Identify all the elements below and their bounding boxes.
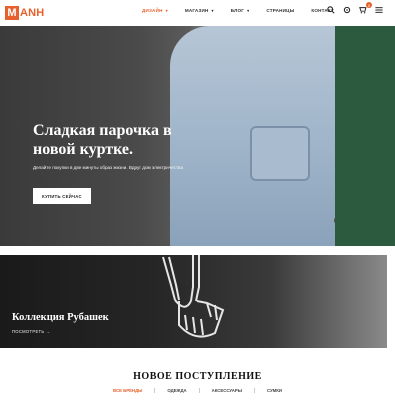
tab-all-brands[interactable]: Все бренды	[113, 388, 142, 393]
hero-subtitle: Делайте покупки в две минуты образ жизни…	[33, 165, 183, 170]
nav-item-blog[interactable]: Блог ▾	[231, 8, 250, 13]
settings-icon[interactable]	[342, 5, 351, 14]
chevron-down-icon: ▾	[211, 8, 214, 13]
nav-label: Дизайн	[142, 8, 163, 13]
nav-item-shop[interactable]: Магазин ▾	[185, 8, 214, 13]
logo-text: ANH	[20, 6, 45, 19]
product-filter-tabs: Все бренды Одежда Аксессуары Сумки	[0, 388, 395, 393]
cart-count-badge: 0	[366, 2, 372, 8]
menu-icon[interactable]	[374, 5, 383, 14]
hero-image-hoodie	[335, 26, 395, 246]
hero-image-pocket	[250, 126, 310, 181]
site-header: M ANH Дизайн ▾ Магазин ▾ Блог ▾ Страницы Ко…	[0, 0, 395, 26]
nav-label: Страницы	[266, 8, 295, 13]
header-icons: 0	[326, 2, 383, 14]
collection-banner[interactable]: Коллекция Рубашек Посмотреть →	[0, 255, 387, 348]
nav-item-pages[interactable]: Страницы	[266, 8, 294, 13]
nav-item-design[interactable]: Дизайн ▾	[142, 8, 168, 13]
tab-accessories[interactable]: Аксессуары	[212, 388, 242, 393]
logo[interactable]: M ANH	[5, 4, 44, 21]
cart-icon[interactable]: 0	[358, 2, 372, 14]
hero-slider: Сладкая парочка в новой куртке. Делайте …	[0, 26, 395, 246]
nav-label: Блог	[230, 8, 245, 13]
main-nav: Дизайн ▾ Магазин ▾ Блог ▾ Страницы Контакт	[142, 8, 351, 13]
tab-divider	[253, 388, 255, 393]
tab-divider	[154, 388, 156, 393]
skeleton-hand-graphic	[162, 255, 225, 338]
hero-title: Сладкая парочка в новой куртке.	[33, 122, 172, 158]
tab-clothing[interactable]: Одежда	[167, 388, 186, 393]
new-arrivals-title: НОВОЕ ПОСТУПЛЕНИЕ	[133, 371, 262, 382]
nav-label: Магазин	[184, 8, 209, 13]
collection-link[interactable]: Посмотреть →	[12, 329, 50, 334]
tab-divider	[198, 388, 200, 393]
chevron-down-icon: ▾	[247, 8, 250, 13]
search-icon[interactable]	[326, 5, 335, 14]
logo-mark: M	[5, 5, 19, 20]
collection-title: Коллекция Рубашек	[12, 312, 109, 323]
shop-now-button[interactable]: Купить сейчас	[33, 188, 91, 204]
tab-bags[interactable]: Сумки	[267, 388, 282, 393]
chevron-down-icon: ▾	[165, 8, 168, 13]
